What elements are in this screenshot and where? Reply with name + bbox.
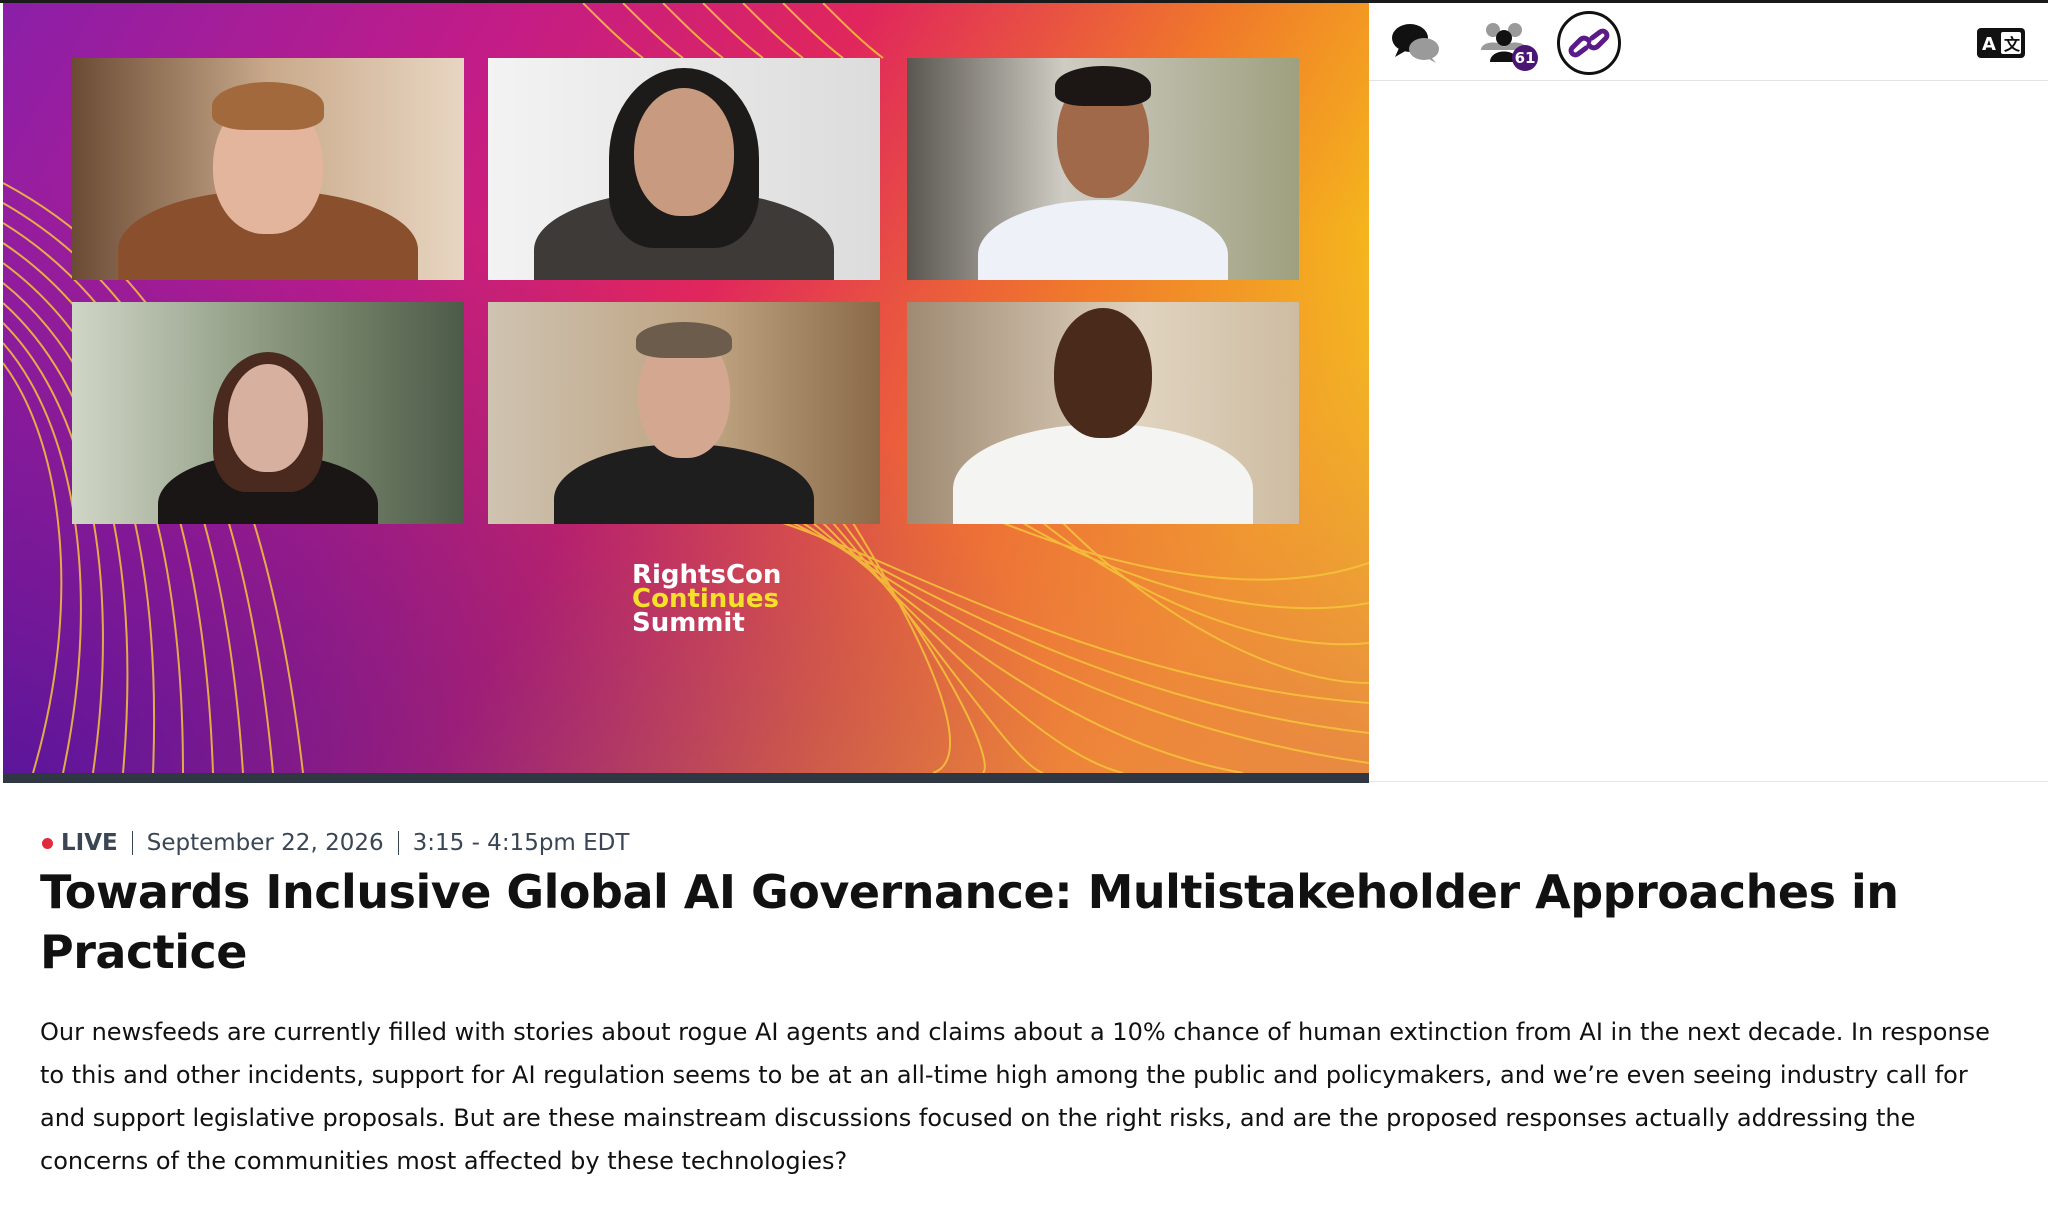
session-toolbar: 61 A 文 [1369, 3, 2048, 81]
attendee-count-badge: 61 [1512, 45, 1538, 71]
participant-tile-3[interactable] [907, 58, 1299, 280]
link-ring [1557, 11, 1621, 75]
svg-text:文: 文 [2004, 35, 2021, 54]
participant-tile-5[interactable] [488, 302, 880, 524]
translate-icon: A 文 [1977, 28, 2025, 58]
svg-text:A: A [1982, 34, 1996, 55]
live-label: LIVE [61, 830, 118, 856]
video-player[interactable]: RightsCon Continues Summit [3, 3, 1369, 773]
side-panel [1369, 82, 2048, 782]
logo-line-3: Summit [632, 608, 745, 638]
chat-bubbles-icon [1392, 24, 1439, 63]
live-indicator-dot [42, 837, 53, 849]
session-date: September 22, 2026 [146, 830, 384, 856]
participant-tile-6[interactable] [907, 302, 1299, 524]
chat-button[interactable] [1383, 11, 1447, 75]
meta-divider [131, 831, 133, 855]
meta-divider [397, 831, 399, 855]
participant-tile-2[interactable] [488, 58, 880, 280]
attendees-button[interactable]: 61 [1474, 11, 1538, 75]
share-link-button[interactable] [1557, 11, 1621, 75]
session-description: Our newsfeeds are currently filled with … [40, 1018, 1990, 1175]
session-time: 3:15 - 4:15pm EDT [412, 830, 630, 856]
participant-tile-4[interactable] [72, 302, 464, 524]
participant-tile-1[interactable] [72, 58, 464, 280]
link-icon [1568, 28, 1610, 58]
rightscon-logo: RightsCon Continues Summit [632, 562, 812, 638]
session-title: Towards Inclusive Global AI Governance: … [40, 865, 1899, 979]
translate-button[interactable]: A 文 [1969, 11, 2033, 75]
session-meta: LIVE September 22, 2026 3:15 - 4:15pm ED… [40, 826, 629, 860]
video-progress-bar[interactable] [3, 773, 1369, 783]
